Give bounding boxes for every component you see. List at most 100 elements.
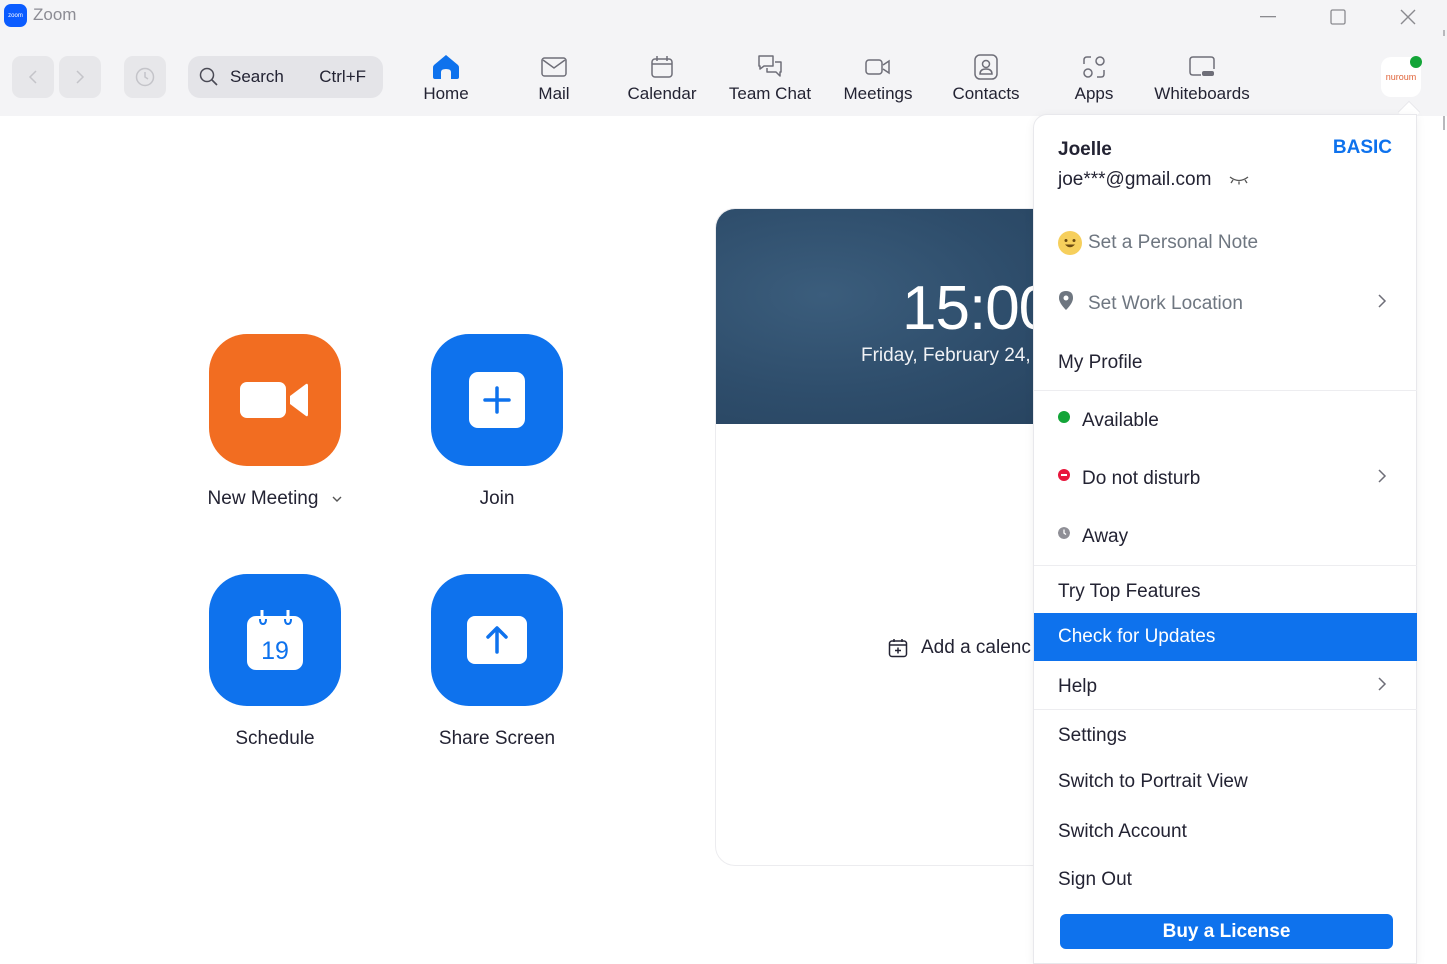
settings-label: Settings (1058, 725, 1127, 746)
chevron-right-icon (1378, 677, 1387, 691)
status-available-item[interactable]: Available (1034, 397, 1417, 445)
eye-closed-icon[interactable] (1229, 175, 1249, 185)
settings-item[interactable]: Settings (1034, 712, 1417, 760)
tab-contacts[interactable]: Contacts (946, 52, 1026, 108)
profile-menu: Joelle BASIC joe***@gmail.com Set a Pers… (1033, 114, 1417, 964)
share-screen-label: Share Screen (438, 728, 556, 749)
history-button[interactable] (124, 56, 166, 98)
new-meeting-button[interactable] (209, 334, 341, 466)
top-toolbar: Search Ctrl+F Home Mail Calendar Team Ch… (0, 36, 1447, 116)
tab-calendar[interactable]: Calendar (622, 52, 702, 108)
portrait-view-label: Switch to Portrait View (1058, 771, 1248, 792)
try-top-features-label: Try Top Features (1058, 581, 1201, 602)
sign-out-label: Sign Out (1058, 869, 1132, 890)
home-icon (433, 55, 459, 79)
close-icon (1400, 9, 1416, 25)
plan-badge: BASIC (1332, 137, 1392, 158)
switch-account-label: Switch Account (1058, 821, 1187, 842)
user-name: Joelle (1058, 139, 1112, 160)
new-meeting-action[interactable]: New Meeting (185, 334, 365, 510)
tab-label: Home (423, 84, 469, 103)
chevron-down-icon[interactable] (332, 495, 342, 503)
personal-note-label: Set a Personal Note (1088, 232, 1259, 253)
chevron-right-icon (1378, 294, 1387, 308)
share-screen-button[interactable] (431, 574, 563, 706)
schedule-label: Schedule (235, 728, 315, 749)
email-text: joe***@gmail.com (1058, 169, 1212, 190)
search-shortcut: Ctrl+F (319, 67, 366, 86)
tab-label: Whiteboards (1154, 84, 1250, 103)
tab-meetings[interactable]: Meetings (838, 52, 918, 108)
whiteboard-icon (1189, 56, 1215, 76)
logo-text: zoom (8, 12, 23, 19)
zoom-logo-icon: zoom (4, 4, 27, 27)
work-location-label: Set Work Location (1088, 293, 1243, 314)
calendar-card: 15:00 Friday, February 24, Add a calenc (715, 208, 1075, 866)
status-away-item[interactable]: Away (1034, 513, 1417, 561)
minimize-button[interactable] (1251, 4, 1287, 30)
calendar-day: 19 (261, 637, 289, 665)
calendar-icon: 19 (247, 610, 303, 670)
switch-account-item[interactable]: Switch Account (1034, 808, 1417, 856)
chevron-right-icon (1378, 469, 1387, 483)
app-title: Zoom (33, 5, 77, 24)
help-label: Help (1058, 676, 1098, 697)
my-profile-item[interactable]: My Profile (1034, 339, 1417, 387)
away-clock-icon (1058, 527, 1070, 539)
add-calendar-link[interactable]: Add a calenc (888, 637, 1031, 659)
maximize-icon (1330, 9, 1346, 25)
schedule-button[interactable]: 19 (209, 574, 341, 706)
maximize-button[interactable] (1320, 4, 1356, 30)
video-camera-icon (240, 382, 308, 418)
buy-license-button[interactable]: Buy a License (1060, 914, 1393, 949)
join-label: Join (479, 488, 515, 509)
sign-out-item[interactable]: Sign Out (1034, 856, 1417, 904)
work-location-item[interactable]: Set Work Location (1034, 280, 1417, 328)
tab-label: Mail (538, 84, 570, 103)
tab-home[interactable]: Home (413, 52, 479, 108)
clock-banner: 15:00 Friday, February 24, (716, 209, 1074, 424)
try-top-features-item[interactable]: Try Top Features (1034, 568, 1417, 616)
chat-icon (758, 55, 782, 77)
back-button[interactable] (12, 56, 54, 98)
join-button[interactable] (431, 334, 563, 466)
tab-label: Calendar (627, 84, 697, 103)
personal-note-item[interactable]: Set a Personal Note (1034, 219, 1417, 267)
join-action[interactable]: Join (407, 334, 587, 510)
contacts-icon (974, 54, 998, 80)
share-screen-action[interactable]: Share Screen (407, 574, 587, 750)
avatar-text: nuroum (1385, 72, 1417, 82)
search-icon (199, 67, 218, 86)
share-up-arrow-icon (467, 616, 527, 664)
status-dnd-item[interactable]: Do not disturb (1034, 455, 1417, 503)
tab-label: Team Chat (728, 84, 812, 103)
history-icon (135, 67, 155, 87)
forward-button[interactable] (59, 56, 101, 98)
tab-whiteboards[interactable]: Whiteboards (1150, 52, 1254, 108)
close-window-button[interactable] (1390, 4, 1426, 30)
status-label: Available (1082, 410, 1159, 431)
tab-mail[interactable]: Mail (521, 52, 587, 108)
help-item[interactable]: Help (1034, 663, 1417, 711)
check-for-updates-item[interactable]: Check for Updates (1034, 613, 1417, 661)
schedule-action[interactable]: 19 Schedule (185, 574, 365, 750)
tab-apps[interactable]: Apps (1064, 52, 1124, 108)
menu-divider (1034, 565, 1417, 566)
search-box[interactable]: Search Ctrl+F (188, 56, 383, 98)
location-pin-icon (1059, 291, 1073, 310)
current-time: 15:00 (902, 274, 1053, 343)
chevron-left-icon (28, 70, 37, 84)
plus-icon (469, 372, 525, 428)
portrait-view-item[interactable]: Switch to Portrait View (1034, 758, 1417, 806)
tab-label: Meetings (843, 84, 913, 103)
status-label: Away (1082, 526, 1129, 547)
tab-label: Contacts (952, 84, 1020, 103)
menu-divider (1034, 709, 1417, 710)
status-label: Do not disturb (1082, 468, 1201, 489)
video-icon (865, 59, 890, 75)
tab-team-chat[interactable]: Team Chat (725, 52, 815, 108)
title-bar: zoom Zoom (0, 0, 1447, 36)
user-email: joe***@gmail.com (1058, 169, 1249, 191)
calendar-add-icon (888, 639, 908, 658)
do-not-disturb-icon (1058, 469, 1070, 481)
